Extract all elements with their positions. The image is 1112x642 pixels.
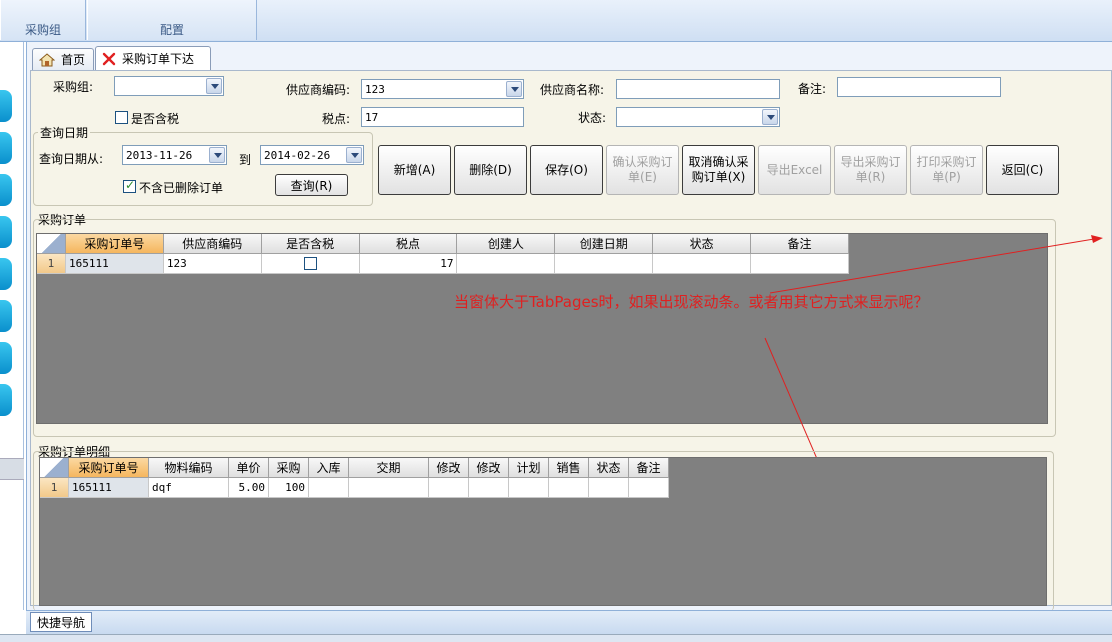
column-header[interactable]: 计划 <box>509 458 549 478</box>
cell-sales[interactable] <box>549 478 589 498</box>
bottom-bar <box>26 610 1112 634</box>
cell-edit-1[interactable] <box>429 478 469 498</box>
column-header[interactable]: 采购订单号 <box>69 458 149 478</box>
details-grid-header: 采购订单号 物料编码 单价 采购 入库 交期 修改 修改 计划 销售 状态 备注 <box>40 458 669 478</box>
cell-plan[interactable] <box>509 478 549 498</box>
cell-status[interactable] <box>589 478 629 498</box>
table-row[interactable]: 1 165111 dqf 5.00 100 <box>40 478 669 498</box>
column-header[interactable]: 交期 <box>349 458 429 478</box>
cell-price[interactable]: 5.00 <box>229 478 269 498</box>
cell-edit-2[interactable] <box>469 478 509 498</box>
column-header[interactable]: 单价 <box>229 458 269 478</box>
column-header[interactable]: 修改 <box>429 458 469 478</box>
cell-material[interactable]: dqf <box>149 478 229 498</box>
row-header[interactable]: 1 <box>40 478 69 498</box>
quick-nav-button[interactable]: 快捷导航 <box>30 612 92 632</box>
quick-nav-label: 快捷导航 <box>36 615 85 630</box>
cell-delivery[interactable] <box>349 478 429 498</box>
status-bar <box>0 634 1112 642</box>
cell-remark[interactable] <box>629 478 669 498</box>
column-header[interactable]: 修改 <box>469 458 509 478</box>
column-header[interactable]: 采购 <box>269 458 309 478</box>
column-header[interactable]: 入库 <box>309 458 349 478</box>
column-header[interactable]: 销售 <box>549 458 589 478</box>
details-grid[interactable]: 采购订单号 物料编码 单价 采购 入库 交期 修改 修改 计划 销售 状态 备注… <box>39 457 1047 606</box>
column-header[interactable]: 物料编码 <box>149 458 229 478</box>
cell-qty[interactable]: 100 <box>269 478 309 498</box>
grid-corner[interactable] <box>40 458 69 478</box>
cell-in[interactable] <box>309 478 349 498</box>
column-header[interactable]: 备注 <box>629 458 669 478</box>
cell-order-no[interactable]: 165111 <box>69 478 149 498</box>
column-header[interactable]: 状态 <box>589 458 629 478</box>
